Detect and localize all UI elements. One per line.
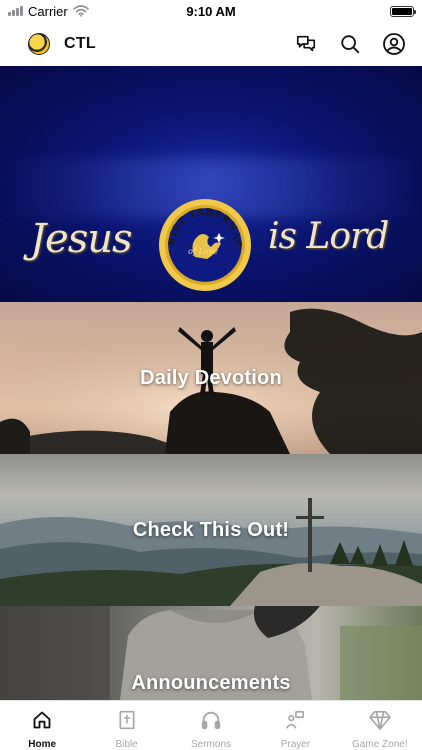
tile-check-this-out[interactable]: Check This Out!	[0, 454, 422, 606]
status-time: 9:10 AM	[186, 3, 236, 19]
hero-text-right: is Lord	[268, 216, 389, 257]
header-actions	[294, 32, 406, 56]
wifi-icon	[72, 5, 89, 17]
tile-announcements[interactable]: Announcements	[0, 606, 422, 700]
battery-icon	[390, 5, 416, 17]
app-logo	[28, 33, 50, 55]
carrier-name: Carrier	[28, 3, 68, 19]
status-bar: Carrier 9:10 AM	[0, 0, 422, 22]
app-header: CTL	[0, 22, 422, 66]
tile-daily-devotion[interactable]: Daily Devotion	[0, 302, 422, 454]
status-right	[264, 5, 416, 17]
search-icon[interactable]	[338, 32, 362, 56]
hero-text-left: Jesus	[30, 216, 133, 262]
hero-banner[interactable]: Jesus CHRIST TABERNACLE of Love is Lord	[0, 66, 422, 302]
tile-label-check-this-out: Check This Out!	[132, 518, 290, 541]
bible-icon	[115, 708, 139, 731]
tab-label: Prayer	[280, 739, 311, 750]
church-seal: CHRIST TABERNACLE of Love	[159, 199, 251, 291]
tab-home[interactable]: Home	[0, 701, 84, 750]
headphones-icon	[199, 708, 223, 731]
tile-label-announcements: Announcements	[131, 671, 291, 694]
tab-game-zone[interactable]: Game Zone!	[338, 701, 422, 750]
bottom-tab-bar: Home Bible Sermons Prayer Game Zone!	[0, 700, 422, 750]
prayer-icon	[283, 708, 307, 731]
tab-prayer[interactable]: Prayer	[253, 701, 337, 750]
chat-icon[interactable]	[294, 32, 318, 56]
status-left: Carrier	[8, 4, 158, 19]
tile-label-daily-devotion: Daily Devotion	[140, 366, 282, 389]
tab-label: Sermons	[191, 739, 232, 750]
tab-label: Game Zone!	[352, 739, 408, 750]
tab-label: Bible	[115, 739, 138, 750]
cellular-signal-icon	[8, 6, 23, 16]
tab-label: Home	[28, 739, 57, 750]
diamond-icon	[368, 708, 392, 731]
tab-sermons[interactable]: Sermons	[169, 701, 253, 750]
app-title: CTL	[64, 35, 97, 52]
seal-inner-text: of Love	[188, 247, 218, 256]
profile-icon[interactable]	[382, 32, 406, 56]
home-icon	[30, 708, 54, 731]
tab-bible[interactable]: Bible	[84, 701, 168, 750]
